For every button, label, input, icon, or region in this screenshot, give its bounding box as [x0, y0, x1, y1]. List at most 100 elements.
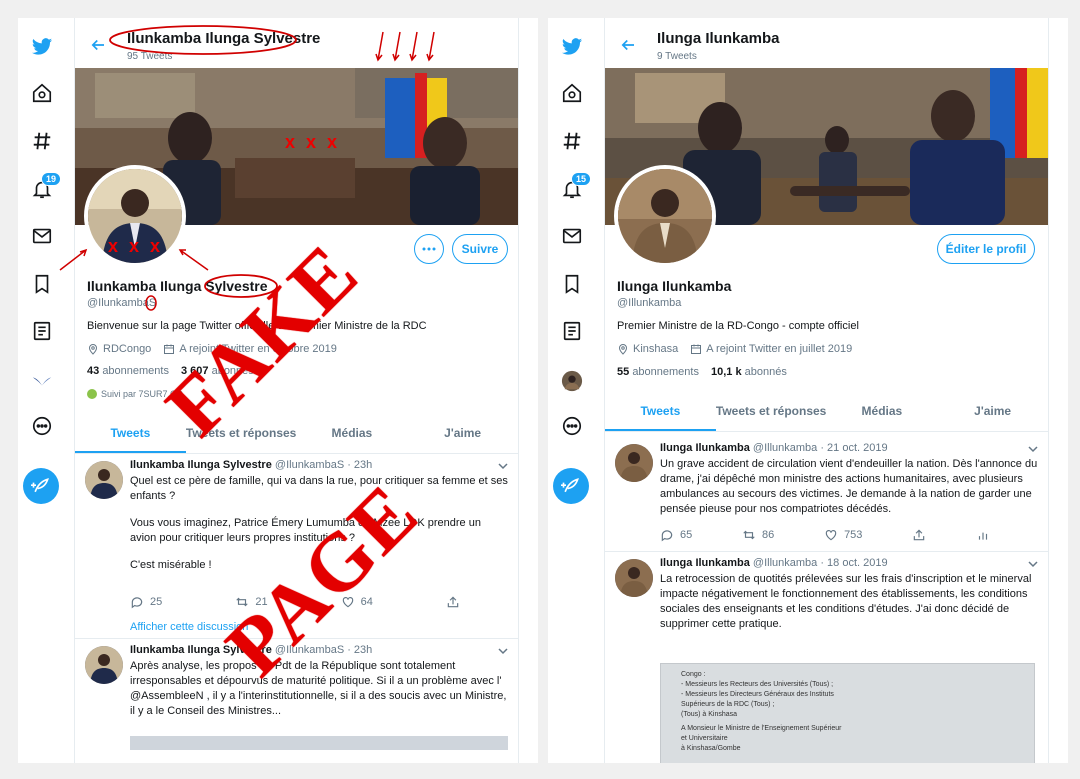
- tweet-text: Un grave accident de circulation vient d…: [660, 458, 1038, 515]
- lists-icon[interactable]: [29, 318, 55, 344]
- heart-icon: [342, 597, 353, 608]
- back-arrow-icon[interactable]: [89, 36, 107, 54]
- profile-name: Ilunga Ilunkamba: [617, 278, 732, 294]
- profile-avatar[interactable]: [614, 165, 716, 267]
- tweet-author[interactable]: Ilunga Ilunkamba: [660, 557, 750, 569]
- following-count: 43: [87, 365, 100, 377]
- tweet-actions: 65 86 753: [660, 528, 990, 542]
- tweet-count: 95 Tweets: [127, 51, 173, 62]
- chevron-down-icon[interactable]: [1028, 559, 1038, 569]
- profile-joined: A rejoint Twitter en juillet 2019: [706, 343, 853, 355]
- edit-profile-button[interactable]: Éditer le profil: [937, 234, 1035, 264]
- home-icon[interactable]: [559, 80, 585, 106]
- compose-tweet-button[interactable]: [553, 468, 589, 504]
- tweet-item[interactable]: Ilunkamba Ilunga Sylvestre @IlunkambaS ·…: [75, 640, 518, 763]
- tweet-avatar[interactable]: [85, 646, 123, 684]
- following-stat[interactable]: 55 abonnements: [617, 366, 699, 378]
- tweet-avatar[interactable]: [615, 559, 653, 597]
- follower-avatar-icon: [87, 389, 97, 399]
- profile-avatar-icon[interactable]: [559, 368, 585, 394]
- followed-by-text: Suivi par 7SUR7.CD: [101, 389, 184, 399]
- followed-by[interactable]: Suivi par 7SUR7.CD: [87, 389, 183, 399]
- explore-hashtag-icon[interactable]: [29, 128, 55, 154]
- doc-line: A Monsieur le Ministre de l'Enseignement…: [681, 725, 842, 732]
- chevron-down-icon[interactable]: [498, 461, 508, 471]
- reply-action[interactable]: 65: [660, 528, 692, 542]
- doc-line: Supérieurs de la RDC (Tous) ;: [681, 701, 775, 708]
- profile-meta: RDCongo A rejoint Twitter en octobre 201…: [87, 343, 337, 355]
- messages-envelope-icon[interactable]: [29, 223, 55, 249]
- tweet-meta: @Illunkamba · 21 oct. 2019: [752, 442, 888, 454]
- tab-tweets[interactable]: Tweets: [75, 414, 186, 453]
- header-title: Ilunga Ilunkamba: [657, 30, 780, 47]
- chevron-down-icon[interactable]: [498, 646, 508, 656]
- lists-icon[interactable]: [559, 318, 585, 344]
- bookmarks-icon[interactable]: [559, 271, 585, 297]
- share-action[interactable]: [446, 595, 460, 609]
- tweet-author[interactable]: Ilunkamba Ilunga Sylvestre: [130, 459, 272, 471]
- followers-stat[interactable]: 10,1 k abonnés: [711, 366, 787, 378]
- tweet-line: Quel est ce père de famille, qui va dans…: [130, 475, 508, 502]
- twitter-logo-icon[interactable]: [559, 34, 585, 60]
- tweet-text: Après analyse, les propos du Pdt de la R…: [130, 659, 508, 719]
- tweet-avatar[interactable]: [85, 461, 123, 499]
- like-action[interactable]: 753: [824, 528, 862, 542]
- like-action[interactable]: 64: [341, 595, 373, 609]
- bookmarks-icon[interactable]: [29, 271, 55, 297]
- tweet-author[interactable]: Ilunga Ilunkamba: [660, 442, 750, 454]
- following-count: 55: [617, 366, 630, 378]
- follow-button[interactable]: Suivre: [452, 234, 508, 264]
- tweet-item[interactable]: Ilunga Ilunkamba @Illunkamba · 21 oct. 2…: [605, 438, 1048, 552]
- tab-media[interactable]: Médias: [827, 392, 938, 431]
- messages-envelope-icon[interactable]: [559, 223, 585, 249]
- home-icon[interactable]: [29, 80, 55, 106]
- tweet-item[interactable]: Ilunkamba Ilunga Sylvestre @IlunkambaS ·…: [75, 455, 518, 639]
- joined-item: A rejoint Twitter en octobre 2019: [163, 343, 337, 355]
- twitter-logo-icon[interactable]: [29, 34, 55, 60]
- doc-line: - Messieurs les Recteurs des Universités…: [681, 681, 834, 688]
- tweet-media-preview[interactable]: [130, 736, 508, 750]
- following-stat[interactable]: 43 abonnements: [87, 365, 169, 377]
- profile-location: Kinshasa: [633, 343, 679, 355]
- right-nav-rail: 15: [548, 18, 604, 763]
- tweet-meta: @IlunkambaS · 23h: [274, 459, 373, 471]
- tab-media[interactable]: Médias: [297, 414, 408, 453]
- share-action[interactable]: [912, 528, 926, 542]
- tab-tweets-replies[interactable]: Tweets et réponses: [186, 414, 297, 453]
- profile-avatar[interactable]: [84, 165, 186, 267]
- followers-stat[interactable]: 3 607 abonnés: [181, 365, 254, 377]
- notifications-bell-icon[interactable]: 15: [559, 172, 591, 202]
- explore-hashtag-icon[interactable]: [559, 128, 585, 154]
- back-arrow-icon[interactable]: [619, 36, 637, 54]
- retweet-action[interactable]: 21: [235, 595, 268, 609]
- reply-action[interactable]: 25: [130, 595, 162, 609]
- tweet-avatar[interactable]: [615, 444, 653, 482]
- compose-tweet-button[interactable]: [23, 468, 59, 504]
- tweet-line-mention: @AssembleeN , il y a l'interinstitutionn…: [130, 690, 507, 717]
- doc-line: (Tous) à Kinshasa: [681, 711, 738, 718]
- profile-wings-icon[interactable]: [29, 368, 55, 394]
- heart-icon: [825, 530, 837, 541]
- analytics-action[interactable]: [976, 528, 990, 542]
- tweet-actions: 25 21 64: [130, 595, 460, 609]
- tweet-document-image[interactable]: Congo : - Messieurs les Recteurs des Uni…: [660, 663, 1035, 763]
- analytics-bars-icon: [978, 532, 988, 540]
- more-options-icon[interactable]: [559, 413, 585, 439]
- calendar-icon: [691, 344, 702, 354]
- tab-likes[interactable]: J'aime: [937, 392, 1048, 431]
- notifications-bell-icon[interactable]: 19: [29, 172, 61, 202]
- tab-likes[interactable]: J'aime: [407, 414, 518, 453]
- show-thread-link[interactable]: Afficher cette discussion: [130, 621, 248, 633]
- retweet-action[interactable]: 86: [742, 528, 774, 542]
- location-item: RDCongo: [87, 343, 151, 355]
- reply-icon: [661, 530, 673, 542]
- chevron-down-icon[interactable]: [1028, 444, 1038, 454]
- tweet-author[interactable]: Ilunkamba Ilunga Sylvestre: [130, 644, 272, 656]
- tweet-text: La retrocession de quotités prélevées su…: [660, 573, 1032, 630]
- tab-tweets[interactable]: Tweets: [605, 392, 716, 431]
- more-options-icon[interactable]: [29, 413, 55, 439]
- profile-name: Ilunkamba Ilunga Sylvestre: [87, 278, 268, 294]
- more-actions-button[interactable]: [414, 234, 444, 264]
- tab-tweets-replies[interactable]: Tweets et réponses: [716, 392, 827, 431]
- tweet-item[interactable]: Ilunga Ilunkamba @Illunkamba · 18 oct. 2…: [605, 553, 1048, 763]
